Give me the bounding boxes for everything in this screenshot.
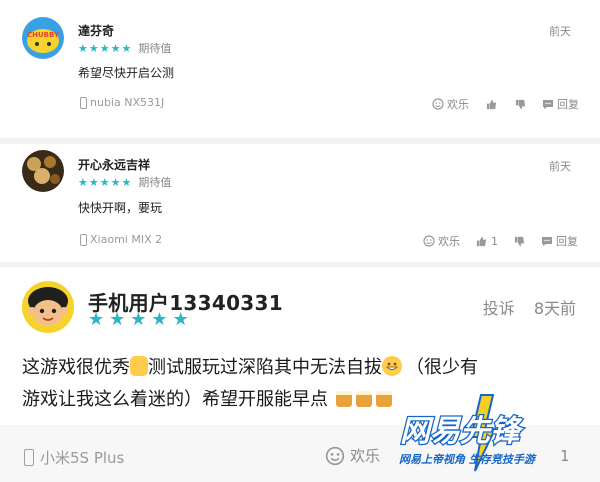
star-icon: ★	[151, 309, 168, 330]
smile-icon	[423, 235, 435, 247]
device-name: Xiaomi MIX 2	[90, 233, 163, 246]
fun-label: 欢乐	[447, 98, 469, 111]
comment-text: 希望尽快开启公测	[78, 66, 175, 80]
fun-label: 欢乐	[438, 235, 460, 248]
fun-button[interactable]: 欢乐	[423, 233, 460, 249]
grinning-emoji-icon	[382, 356, 402, 376]
watermark-slogan: 网易上帝视角 生存竞技手游	[399, 453, 537, 466]
watermark-brand: 网易先锋	[400, 414, 524, 449]
thumb-down-icon	[514, 236, 525, 247]
beer-emoji-icon	[355, 391, 372, 407]
star-icon: ★	[110, 175, 121, 189]
star-icon: ★	[88, 41, 99, 55]
reply-label: 回复	[556, 235, 578, 248]
comment-card-1: CHUBBY 達芬奇 ★ ★ ★ ★ ★ 期待值 前天 希望尽快开启公测 nub…	[0, 0, 600, 138]
comment-text-part: 这游戏很优秀	[22, 357, 130, 378]
avatar[interactable]	[22, 281, 74, 333]
comment-text: 快快开啊，要玩	[78, 201, 163, 215]
comment-actions: 欢乐 1 回复	[423, 233, 578, 249]
avatar[interactable]	[22, 150, 64, 192]
reply-button[interactable]: 回复	[542, 96, 579, 112]
star-icon: ★	[99, 41, 110, 55]
smile-icon	[432, 98, 444, 110]
beer-emoji-icon	[335, 391, 352, 407]
rating-label: 期待值	[138, 176, 172, 189]
comment-icon	[542, 98, 554, 110]
device-name: nubia NX531J	[90, 96, 165, 109]
star-icon: ★	[121, 175, 132, 189]
report-button[interactable]: 投诉	[483, 299, 515, 318]
comment-text-line-2: 游戏让我这么着迷的）希望开服能早点	[22, 385, 394, 411]
rating-stars: ★ ★ ★ ★ ★ 期待值	[78, 174, 171, 190]
comment-text-part: （很少有	[406, 357, 478, 378]
star-icon: ★	[130, 309, 147, 330]
device-info: nubia NX531J	[80, 96, 164, 109]
comment-text-line-1: 这游戏很优秀 测试服玩过深陷其中无法自拔 （很少有	[22, 353, 478, 379]
reply-button[interactable]: 回复	[541, 233, 578, 249]
star-icon: ★	[121, 41, 132, 55]
smile-icon	[325, 446, 345, 466]
thumb-up-icon	[486, 99, 497, 110]
username[interactable]: 達芬奇	[78, 22, 114, 39]
comment-text-part: 游戏让我这么着迷的）希望开服能早点	[22, 389, 328, 410]
avatar-logo-text: CHUBBY	[27, 31, 60, 39]
dislike-button[interactable]	[515, 99, 526, 110]
fun-button[interactable]: 欢乐	[432, 96, 469, 112]
timestamp: 8天前	[533, 299, 576, 318]
watermark-logo: 网易先锋 网易上帝视角 生存竞技手游	[395, 393, 595, 473]
device-info: Xiaomi MIX 2	[80, 233, 162, 246]
phone-icon	[80, 233, 87, 246]
rating-label: 期待值	[138, 42, 172, 55]
timestamp: 前天	[549, 25, 571, 38]
username[interactable]: 开心永远吉祥	[78, 156, 150, 173]
phone-icon	[24, 449, 34, 466]
like-count: 1	[491, 234, 498, 248]
like-button[interactable]	[486, 99, 497, 110]
star-icon: ★	[110, 41, 121, 55]
comment-icon	[541, 235, 553, 247]
star-icon: ★	[78, 41, 88, 55]
star-icon: ★	[88, 175, 99, 189]
device-info: 小米5S Plus	[24, 447, 124, 468]
device-name: 小米5S Plus	[40, 449, 125, 467]
thumb-up-icon	[476, 236, 487, 247]
star-icon: ★	[99, 175, 110, 189]
star-icon: ★	[78, 175, 88, 189]
rating-stars: ★ ★ ★ ★ ★ 期待值	[78, 40, 171, 56]
star-icon: ★	[172, 309, 189, 330]
star-icon: ★	[88, 309, 105, 330]
thumbs-up-emoji-icon	[130, 356, 148, 376]
timestamp: 前天	[549, 160, 571, 173]
star-icon: ★	[109, 309, 126, 330]
avatar[interactable]: CHUBBY	[22, 17, 64, 59]
rating-stars: ★ ★ ★ ★ ★	[88, 311, 194, 329]
fun-button[interactable]: 欢乐	[325, 445, 380, 466]
like-button[interactable]: 1	[476, 235, 498, 248]
reply-label: 回复	[557, 98, 579, 111]
header-meta: 投诉 8天前	[483, 295, 576, 319]
fun-label: 欢乐	[350, 447, 381, 465]
phone-icon	[80, 96, 87, 109]
comment-text-part: 测试服玩过深陷其中无法自拔	[148, 357, 382, 378]
dislike-button[interactable]	[514, 236, 525, 247]
beer-emoji-icon	[375, 391, 392, 407]
thumb-down-icon	[515, 99, 526, 110]
comment-card-2: 开心永远吉祥 ★ ★ ★ ★ ★ 期待值 前天 快快开啊，要玩 Xiaomi M…	[0, 144, 600, 262]
comment-actions: 欢乐 回复	[432, 96, 579, 112]
